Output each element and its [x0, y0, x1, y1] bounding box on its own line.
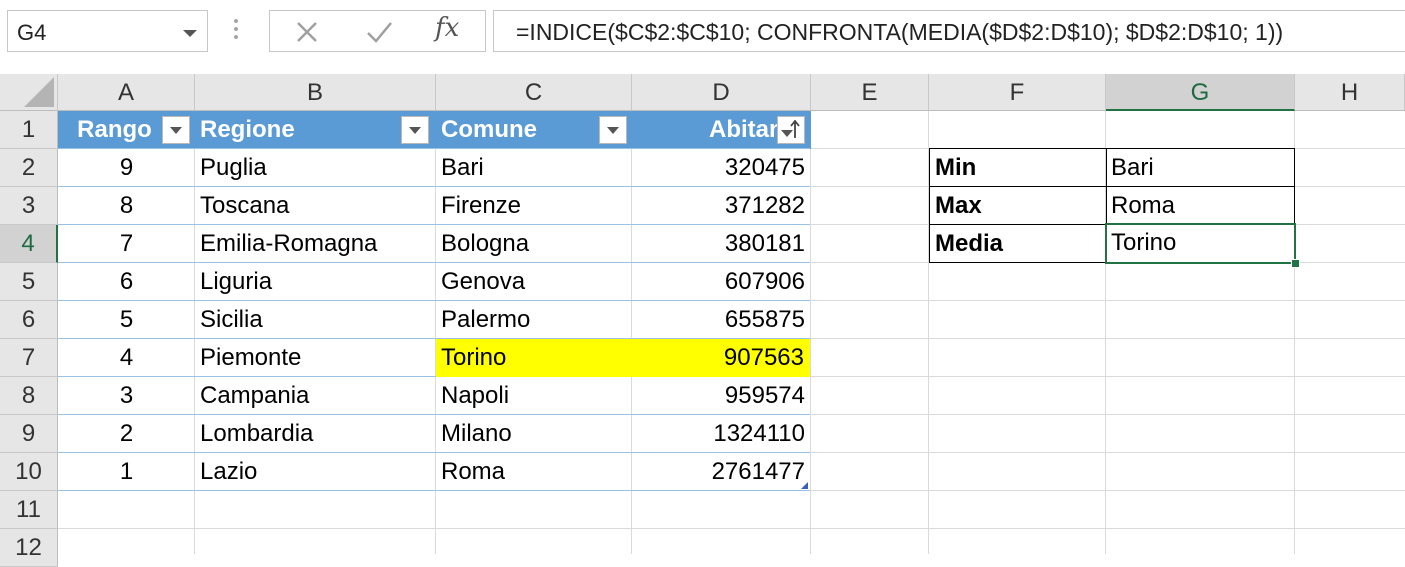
cell-rango[interactable]: 6 [58, 263, 195, 301]
cell-rango[interactable]: 2 [58, 415, 195, 453]
cell-abitanti[interactable]: 371282 [632, 187, 811, 225]
column-header-a[interactable]: A [58, 74, 195, 111]
column-header-h[interactable]: H [1295, 74, 1405, 111]
cell-abitanti[interactable]: 320475 [632, 149, 811, 187]
cell-regione[interactable]: Sicilia [195, 301, 436, 339]
row-header-4[interactable]: 4 [0, 225, 58, 263]
cell-comune[interactable]: Milano [436, 415, 632, 453]
cell-regione[interactable]: Lombardia [195, 415, 436, 453]
close-icon[interactable] [292, 17, 322, 47]
cell-abitanti[interactable]: 959574 [632, 377, 811, 415]
chevron-down-icon [170, 127, 182, 134]
row-header-9[interactable]: 9 [0, 415, 58, 453]
select-all-button[interactable] [0, 74, 58, 111]
cell-regione[interactable]: Piemonte [195, 339, 436, 377]
cell-comune[interactable]: Palermo [436, 301, 632, 339]
column-header-d[interactable]: D [632, 74, 811, 111]
cell-comune[interactable]: Genova [436, 263, 632, 301]
row-header-7[interactable]: 7 [0, 339, 58, 377]
drag-handle-icon[interactable] [234, 19, 238, 41]
column-header-g[interactable]: G [1106, 74, 1295, 111]
cell-rango[interactable]: 4 [58, 339, 195, 377]
summary-value-max[interactable]: Roma [1106, 186, 1295, 225]
cell-comune[interactable]: Roma [436, 453, 632, 491]
name-box[interactable]: G4 [7, 10, 208, 52]
row-header-10[interactable]: 10 [0, 453, 58, 491]
sort-ascending-icon [790, 120, 800, 138]
cell-regione[interactable]: Liguria [195, 263, 436, 301]
name-box-value: G4 [17, 20, 47, 45]
summary-label-min[interactable]: Min [929, 148, 1107, 187]
cell-regione[interactable]: Campania [195, 377, 436, 415]
cell-regione[interactable]: Lazio [195, 453, 436, 491]
table-header-regione[interactable]: Regione [195, 111, 436, 149]
fill-handle[interactable] [1291, 259, 1300, 268]
insert-function-button[interactable]: fx [435, 13, 465, 43]
summary-value-min[interactable]: Bari [1106, 148, 1295, 187]
column-header-b[interactable]: B [195, 74, 436, 111]
active-cell-selection [1105, 223, 1296, 264]
summary-label-max[interactable]: Max [929, 186, 1107, 225]
table-resize-handle[interactable] [801, 482, 808, 489]
check-icon[interactable] [364, 17, 394, 47]
cell-abitanti[interactable]: 2761477 [632, 453, 811, 491]
cell-regione[interactable]: Toscana [195, 187, 436, 225]
cell-regione[interactable]: Emilia-Romagna [195, 225, 436, 263]
formula-bar-area: G4 fx =INDICE($C$2:$C$10; CONFRONTA(MEDI… [0, 0, 1405, 74]
row-header-2[interactable]: 2 [0, 149, 58, 187]
chevron-down-icon [409, 127, 421, 134]
row-header-11[interactable]: 11 [0, 491, 58, 529]
filter-dropdown-comune[interactable] [599, 116, 627, 144]
filter-dropdown-regione[interactable] [401, 116, 429, 144]
row-header-6[interactable]: 6 [0, 301, 58, 339]
cell-comune[interactable]: Bari [436, 149, 632, 187]
sort-filter-dropdown-abitanti[interactable] [777, 116, 805, 144]
cell-abitanti-highlighted[interactable]: 907563 [632, 339, 810, 377]
cell-rango[interactable]: 8 [58, 187, 195, 225]
cell-rango[interactable]: 9 [58, 149, 195, 187]
summary-label-media[interactable]: Media [929, 224, 1107, 263]
chevron-down-icon [607, 127, 619, 134]
cell-comune-highlighted[interactable]: Torino [436, 339, 632, 377]
cell-rango[interactable]: 1 [58, 453, 195, 491]
formula-buttons: fx [269, 10, 486, 52]
cell-abitanti[interactable]: 655875 [632, 301, 811, 339]
cell-comune[interactable]: Napoli [436, 377, 632, 415]
cell-rango[interactable]: 3 [58, 377, 195, 415]
cell-comune[interactable]: Firenze [436, 187, 632, 225]
row-header-5[interactable]: 5 [0, 263, 58, 301]
column-header-e[interactable]: E [811, 74, 929, 111]
chevron-down-icon[interactable] [183, 30, 197, 37]
row-header-8[interactable]: 8 [0, 377, 58, 415]
cell-regione[interactable]: Puglia [195, 149, 436, 187]
cell-rango[interactable]: 7 [58, 225, 195, 263]
cell-abitanti[interactable]: 380181 [632, 225, 811, 263]
row-header-1[interactable]: 1 [0, 111, 58, 149]
filter-dropdown-rango[interactable] [162, 116, 190, 144]
cell-abitanti[interactable]: 1324110 [632, 415, 811, 453]
row-header-3[interactable]: 3 [0, 187, 58, 225]
formula-text: =INDICE($C$2:$C$10; CONFRONTA(MEDIA($D$2… [516, 19, 1284, 45]
column-header-c[interactable]: C [436, 74, 632, 111]
column-header-f[interactable]: F [929, 74, 1106, 111]
row-header-12[interactable]: 12 [0, 529, 58, 567]
cell-rango[interactable]: 5 [58, 301, 195, 339]
formula-input[interactable]: =INDICE($C$2:$C$10; CONFRONTA(MEDIA($D$2… [493, 10, 1405, 52]
cell-comune[interactable]: Bologna [436, 225, 632, 263]
cell-abitanti[interactable]: 607906 [632, 263, 811, 301]
